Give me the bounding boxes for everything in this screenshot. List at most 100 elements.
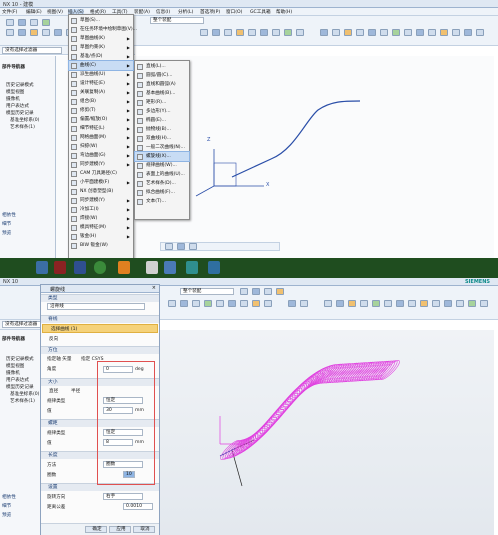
nav-details[interactable]: 细节: [2, 221, 11, 228]
curve_submenu-item-14[interactable]: 拟合曲线(F)...: [135, 188, 189, 197]
b-nav-preview[interactable]: 预览: [2, 512, 11, 519]
b-nav-model-views[interactable]: 模型视图: [6, 363, 24, 370]
curve_submenu-item-2[interactable]: 直线和圆弧(A): [135, 80, 189, 89]
b-tool-13-icon[interactable]: [264, 300, 272, 307]
spine-section-header[interactable]: 脊线: [41, 315, 159, 323]
layer-icon[interactable]: [248, 29, 256, 36]
ok-button[interactable]: 确定: [85, 526, 107, 533]
curve_submenu-item-7[interactable]: 抛物线(B)...: [135, 125, 189, 134]
curve_submenu-item-1[interactable]: 圆弧/圆(C)...: [135, 71, 189, 80]
b-tool-3-icon[interactable]: [264, 288, 272, 295]
curve-icon[interactable]: [404, 29, 412, 36]
render-icon[interactable]: [224, 29, 232, 36]
boolean-icon[interactable]: [54, 29, 62, 36]
insert_menu-item-19[interactable]: NX 创意塑型(B): [69, 187, 133, 196]
b-tool-21-icon[interactable]: [384, 300, 392, 307]
insert_menu-item-12[interactable]: 细节特征(L) ▶: [69, 124, 133, 133]
drafting-icon[interactable]: [464, 29, 472, 36]
b-tool-18-icon[interactable]: [348, 300, 356, 307]
b-nav-studio-spline[interactable]: 艺术样条(1): [10, 398, 35, 405]
menu-gc-toolbox[interactable]: GC工具箱: [250, 9, 271, 15]
b-tool-27-icon[interactable]: [456, 300, 464, 307]
shade-icon[interactable]: [344, 29, 352, 36]
surface-icon[interactable]: [392, 29, 400, 36]
b-tool-23-icon[interactable]: [408, 300, 416, 307]
b-tool-26-icon[interactable]: [444, 300, 452, 307]
top-left-select[interactable]: 没有选择过滤器: [2, 47, 62, 54]
nav-datum-csys[interactable]: 基准坐标系(0): [10, 117, 39, 124]
size-option-diameter[interactable]: 直径: [49, 388, 58, 394]
menu-preferences[interactable]: 首选项(P): [200, 9, 220, 15]
datum-icon[interactable]: [428, 29, 436, 36]
menu-analysis[interactable]: 分析(L): [178, 9, 193, 15]
nav-model-history[interactable]: 模型历史记录: [6, 110, 34, 117]
b-tool-7-icon[interactable]: [192, 300, 200, 307]
curve_submenu-item-11[interactable]: 规律曲线(W)...: [135, 161, 189, 170]
insert_menu-item-15[interactable]: 弯边曲面(G) ▶: [69, 151, 133, 160]
extrude-icon[interactable]: [18, 29, 26, 36]
bottom-filter-select[interactable]: 整个装配: [180, 288, 234, 295]
light-icon[interactable]: [236, 29, 244, 36]
menu-info[interactable]: 信息(I): [156, 9, 170, 15]
insert_menu-item-9[interactable]: 组合(B) ▶: [69, 97, 133, 106]
nav-history-mode[interactable]: 历史记录模式: [6, 82, 34, 89]
tolerance-input[interactable]: 0.0010: [123, 503, 153, 510]
curve_submenu-item-6[interactable]: 椭圆(E)...: [135, 116, 189, 125]
insert_menu-item-5[interactable]: 曲线(C) ▶: [68, 60, 134, 71]
b-nav-datum-csys[interactable]: 基准坐标系(0): [10, 391, 39, 398]
cancel-button[interactable]: 取消: [133, 526, 155, 533]
assembly-icon[interactable]: [452, 29, 460, 36]
undo-icon[interactable]: [42, 19, 50, 26]
b-tool-9-icon[interactable]: [216, 300, 224, 307]
open-icon[interactable]: [18, 19, 26, 26]
curve_submenu-item-3[interactable]: 基本曲线(B)...: [135, 89, 189, 98]
wireframe-icon[interactable]: [356, 29, 364, 36]
b-tool-25-icon[interactable]: [432, 300, 440, 307]
b-nav-model-history[interactable]: 模型历史记录: [6, 384, 34, 391]
insert_menu-item-16[interactable]: 同步建模(Y) ▶: [69, 160, 133, 169]
b-tool-20-icon[interactable]: [372, 300, 380, 307]
b-tool-2-icon[interactable]: [252, 288, 260, 295]
taskbar-photoshop-icon[interactable]: [74, 261, 86, 274]
insert_menu-item-25[interactable]: BIW 钣金(W): [69, 241, 133, 250]
snap-end-icon[interactable]: [189, 243, 197, 250]
insert_menu-item-0[interactable]: 草图(S)...: [69, 16, 133, 25]
pan-icon[interactable]: [284, 29, 292, 36]
insert_menu-item-13[interactable]: 网格曲面(M) ▶: [69, 133, 133, 142]
taskbar-app-7-icon[interactable]: [164, 261, 176, 274]
b-tool-22-icon[interactable]: [396, 300, 404, 307]
curve_submenu-item-5[interactable]: 多边形(Y)...: [135, 107, 189, 116]
b-nav-history-mode[interactable]: 历史记录模式: [6, 356, 34, 363]
b-tool-14-icon[interactable]: [288, 300, 296, 307]
nav-user-expressions[interactable]: 用户表达式: [6, 103, 29, 110]
taskbar-browser-icon[interactable]: [94, 261, 106, 274]
menu-window[interactable]: 窗口(O): [226, 9, 242, 15]
curve_submenu-item-0[interactable]: 直线(L)...: [135, 62, 189, 71]
insert_menu-item-17[interactable]: CAM 刀具路径(C): [69, 169, 133, 178]
rotate-icon[interactable]: [296, 29, 304, 36]
b-tool-28-icon[interactable]: [468, 300, 476, 307]
select-icon[interactable]: [165, 243, 173, 250]
type-select[interactable]: 沿脊线: [47, 303, 145, 310]
sketch-icon[interactable]: [6, 29, 14, 36]
b-tool-29-icon[interactable]: [480, 300, 488, 307]
insert_menu-item-7[interactable]: 设计特征(E) ▶: [69, 79, 133, 88]
taskbar-app-9-icon[interactable]: [208, 261, 220, 274]
curve_submenu-item-4[interactable]: 矩形(R)...: [135, 98, 189, 107]
nav-preview[interactable]: 预览: [2, 230, 11, 237]
save-icon[interactable]: [30, 19, 38, 26]
insert_menu-item-2[interactable]: 草图曲线(K) ▶: [69, 34, 133, 43]
dialog-close-icon[interactable]: ×: [152, 285, 156, 291]
insert_menu-item-1[interactable]: 在任务环境中绘制草图(V)...: [69, 25, 137, 34]
b-tool-11-icon[interactable]: [240, 300, 248, 307]
view-icon[interactable]: [212, 29, 220, 36]
curve_submenu-item-10[interactable]: 螺旋线(X)...: [134, 151, 190, 162]
b-nav-user-expressions[interactable]: 用户表达式: [6, 377, 29, 384]
insert_menu-item-6[interactable]: 派生曲线(U) ▶: [69, 70, 133, 79]
nav-studio-spline[interactable]: 艺术样条(1): [10, 124, 35, 131]
orient-icon[interactable]: [260, 29, 268, 36]
bottom-graphics-window[interactable]: [160, 330, 494, 535]
feature-icon[interactable]: [440, 29, 448, 36]
snap-icon[interactable]: [200, 29, 208, 36]
taskbar-app-2-icon[interactable]: [54, 261, 66, 274]
